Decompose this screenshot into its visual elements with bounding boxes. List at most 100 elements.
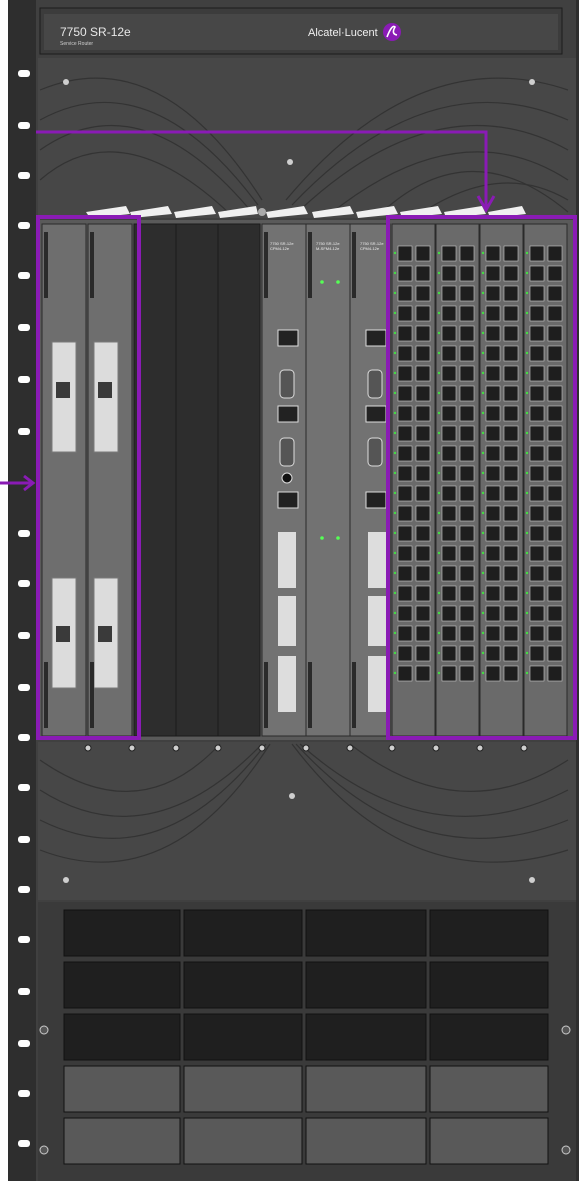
sfp-port — [547, 645, 563, 662]
sfp-port — [485, 545, 501, 562]
port-led — [393, 331, 397, 335]
port-led — [437, 271, 441, 275]
fan-grille-cell — [183, 1117, 303, 1165]
sfp-port — [459, 405, 475, 422]
port-led — [481, 431, 485, 435]
port-led — [393, 611, 397, 615]
sfp-port — [529, 505, 545, 522]
port-led — [525, 551, 529, 555]
sfp-port — [485, 245, 501, 262]
sfp-port — [459, 365, 475, 382]
sfp-port — [459, 245, 475, 262]
sfp-port — [547, 505, 563, 522]
sfp-port — [485, 505, 501, 522]
port-led — [525, 351, 529, 355]
sfp-port — [415, 265, 431, 282]
port-led — [393, 251, 397, 255]
sfp-port — [441, 465, 457, 482]
fan-grille-cell — [305, 1013, 427, 1061]
sfp-port — [485, 525, 501, 542]
sfp-port — [547, 445, 563, 462]
port-led — [481, 531, 485, 535]
sfp-port — [415, 285, 431, 302]
sfp-port — [485, 385, 501, 402]
port-led — [437, 571, 441, 575]
port-led — [393, 551, 397, 555]
sfp-port — [485, 345, 501, 362]
fan-grille-cell — [63, 1117, 181, 1165]
port-led — [437, 351, 441, 355]
sfp-port — [503, 645, 519, 662]
sfp-port — [529, 645, 545, 662]
port-led — [393, 671, 397, 675]
sfp-port — [397, 585, 413, 602]
port-led — [393, 511, 397, 515]
sfp-port — [503, 285, 519, 302]
sfp-port — [547, 485, 563, 502]
sfp-port — [415, 505, 431, 522]
port-led — [481, 291, 485, 295]
port-led — [481, 491, 485, 495]
sfp-port — [529, 665, 545, 682]
sfp-port — [415, 465, 431, 482]
sfp-port — [415, 625, 431, 642]
port-led — [481, 451, 485, 455]
sfp-port — [397, 325, 413, 342]
sfp-port — [397, 405, 413, 422]
fan-grille-cell — [429, 909, 549, 957]
sfp-port — [529, 585, 545, 602]
sfp-port — [485, 285, 501, 302]
sfp-port — [547, 405, 563, 422]
sfp-port — [529, 525, 545, 542]
port-led — [481, 331, 485, 335]
port-led — [437, 311, 441, 315]
port-led — [525, 371, 529, 375]
sfp-port — [529, 425, 545, 442]
sfp-port — [503, 565, 519, 582]
sfp-port — [397, 545, 413, 562]
port-led — [437, 531, 441, 535]
sfp-port — [547, 465, 563, 482]
fan-grille-cell — [305, 1117, 427, 1165]
sfp-port — [459, 345, 475, 362]
port-led — [481, 471, 485, 475]
sfp-port — [441, 505, 457, 522]
sfp-port — [459, 545, 475, 562]
port-led — [525, 611, 529, 615]
sfp-port — [441, 305, 457, 322]
port-led — [525, 491, 529, 495]
sfp-port — [547, 265, 563, 282]
sfp-port — [441, 285, 457, 302]
sfp-port — [503, 265, 519, 282]
port-led — [525, 671, 529, 675]
sfp-port — [485, 425, 501, 442]
sfp-port — [485, 585, 501, 602]
sfp-port — [415, 605, 431, 622]
sfp-port — [459, 385, 475, 402]
sfp-port — [547, 565, 563, 582]
brand-label: Alcatel·Lucent — [308, 27, 378, 39]
fan-grille-cell — [429, 1065, 549, 1113]
fan-tray-grid — [63, 909, 549, 1165]
port-led — [525, 311, 529, 315]
port-led — [437, 411, 441, 415]
empty-slot — [217, 223, 261, 737]
port-led — [481, 631, 485, 635]
port-led — [437, 491, 441, 495]
sfp-port — [547, 365, 563, 382]
sfp-port — [397, 345, 413, 362]
sfp-port — [547, 385, 563, 402]
port-led — [393, 451, 397, 455]
port-led — [525, 651, 529, 655]
port-led — [393, 651, 397, 655]
sfp-port — [397, 265, 413, 282]
sfp-port — [547, 625, 563, 642]
port-led — [481, 251, 485, 255]
sfp-port — [441, 245, 457, 262]
sfp-port — [441, 625, 457, 642]
port-led — [437, 331, 441, 335]
port-led — [525, 591, 529, 595]
sfp-port — [441, 345, 457, 362]
sfp-port — [529, 305, 545, 322]
sfp-port — [503, 305, 519, 322]
